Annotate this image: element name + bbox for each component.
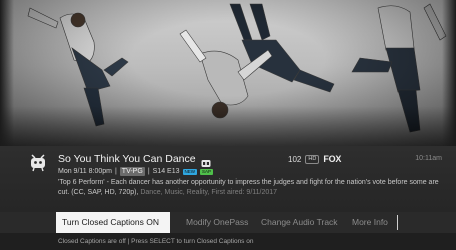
more-info-button[interactable]: More Info: [352, 212, 388, 233]
modify-onepass-button[interactable]: Modify OnePass: [186, 212, 248, 233]
video-floor-shadow: [0, 106, 456, 146]
clock: 10:11am: [415, 155, 442, 162]
new-badge: NEW: [182, 168, 197, 175]
show-title: So You Think You Can Dance: [58, 153, 196, 165]
turn-closed-captions-on-button[interactable]: Turn Closed Captions ON: [56, 212, 170, 233]
sap-badge: SAP: [200, 168, 214, 175]
video-frame: [0, 0, 456, 146]
program-description: 'Top 6 Perform' - Each dancer has anothe…: [58, 178, 444, 197]
tivo-icon: [28, 152, 48, 172]
episode-number: S14 E13: [152, 168, 180, 175]
meta-row: Mon 9/11 8:00pm | TV-PG | S14 E13 NEW SA…: [58, 167, 214, 176]
video-right-edge: [442, 0, 456, 146]
action-divider: [397, 215, 398, 230]
channel-number: 102: [288, 154, 302, 164]
genre-text: Dance, Music, Reality, First aired: 9/11…: [140, 188, 278, 196]
meta-separator: |: [114, 168, 117, 175]
meta-separator: |: [147, 168, 150, 175]
network-logo: FOX: [323, 154, 342, 164]
program-info-panel: So You Think You Can Dance 102 HD FOX 10…: [0, 146, 456, 212]
channel-info: 102 HD FOX: [288, 154, 341, 164]
airing-time: Mon 9/11 8:00pm: [58, 168, 112, 175]
rating-badge: TV-PG: [119, 167, 145, 176]
closed-caption-icon: [201, 155, 211, 167]
change-audio-track-button[interactable]: Change Audio Track: [261, 212, 338, 233]
help-text: Closed Captions are off | Press SELECT t…: [0, 233, 456, 250]
action-bar: Turn Closed Captions ON Modify OnePass C…: [0, 212, 456, 233]
title-row: So You Think You Can Dance: [58, 153, 211, 167]
video-left-edge: [0, 0, 14, 146]
hd-badge: HD: [305, 154, 320, 164]
